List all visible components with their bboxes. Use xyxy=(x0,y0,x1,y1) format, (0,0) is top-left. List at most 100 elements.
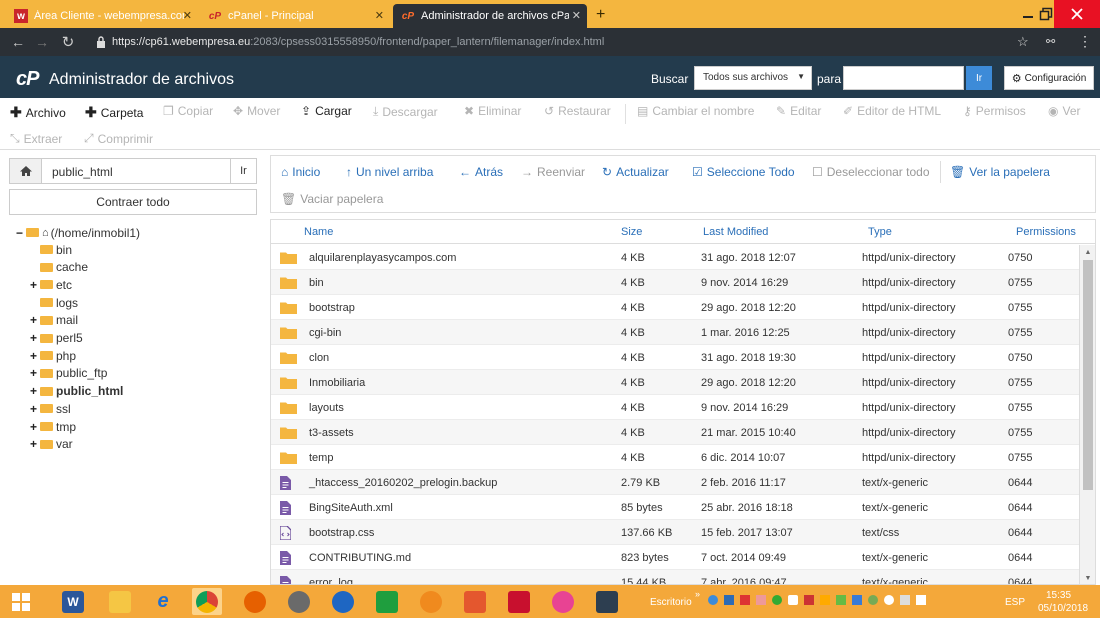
empty-trash-button[interactable]: 🗑︎ Vaciar papelera xyxy=(281,192,383,206)
new-tab-plus-icon[interactable]: + xyxy=(596,6,605,24)
copy-button[interactable]: ❐ Copiar xyxy=(163,104,213,118)
new-folder-button[interactable]: ✚ Carpeta xyxy=(85,104,143,121)
expand-icon[interactable]: + xyxy=(30,420,40,434)
browser-tab-file-manager[interactable]: cP Administrador de archivos cPane ✕ xyxy=(393,4,587,28)
back-nav-button[interactable]: ← Atrás xyxy=(459,165,503,179)
forward-arrow-icon[interactable]: → xyxy=(32,34,52,50)
compress-button[interactable]: ⤢ Comprimir xyxy=(84,131,153,146)
url-text[interactable]: https://cp61.webempresa.eu:2083/cpsess03… xyxy=(112,36,604,48)
app-gear-icon[interactable] xyxy=(416,588,446,615)
firefox-icon[interactable] xyxy=(240,588,270,615)
expand-icon[interactable]: + xyxy=(30,331,40,345)
permissions-button[interactable]: ⚷ Permisos xyxy=(963,104,1026,118)
refresh-button[interactable]: ↻ Actualizar xyxy=(602,165,669,179)
back-arrow-icon[interactable]: ← xyxy=(8,34,28,50)
forward-nav-button[interactable]: → Reenviar xyxy=(521,165,585,179)
table-row[interactable]: clon 4 KB 31 ago. 2018 19:30 httpd/unix-dir… xyxy=(271,345,1081,370)
close-tab-icon[interactable]: ✕ xyxy=(183,9,192,22)
search-input[interactable] xyxy=(843,66,964,90)
app-green-icon[interactable] xyxy=(372,588,402,615)
browser-menu-icon[interactable]: ⋮ xyxy=(1078,33,1092,50)
system-tray-icons[interactable] xyxy=(708,595,926,605)
browser-tab-webempresa[interactable]: w Área Cliente - webempresa.com ✕ xyxy=(6,4,198,28)
expand-icon[interactable]: + xyxy=(30,278,40,292)
table-row[interactable]: temp 4 KB 6 dic. 2014 10:07 httpd/unix-dire… xyxy=(271,445,1081,470)
table-row[interactable]: _htaccess_20160202_prelogin.backup 2.79 K… xyxy=(271,470,1081,495)
chrome-icon[interactable] xyxy=(192,588,222,615)
expand-icon[interactable]: + xyxy=(30,366,40,380)
reload-icon[interactable]: ↻ xyxy=(58,33,78,51)
language-indicator[interactable]: ESP xyxy=(1005,597,1025,608)
tree-item-logs[interactable]: logs xyxy=(30,294,78,311)
windows-start-icon[interactable] xyxy=(6,588,36,615)
app-dark-icon[interactable] xyxy=(592,588,622,615)
deselect-all-button[interactable]: ☐ Deseleccionar todo xyxy=(812,165,930,179)
cpanel-logo[interactable]: cP xyxy=(16,68,39,91)
extract-button[interactable]: ⤡ Extraer xyxy=(10,131,62,146)
word-app-icon[interactable]: W xyxy=(58,588,88,615)
home-nav-button[interactable]: ⌂ Inicio xyxy=(281,165,320,179)
close-tab-icon[interactable]: ✕ xyxy=(375,9,384,22)
clock-time[interactable]: 15:35 xyxy=(1046,590,1071,601)
settings-button[interactable]: ⚙ Configuración xyxy=(1004,66,1094,90)
collapse-all-button[interactable]: Contraer todo xyxy=(9,189,257,215)
table-row[interactable]: layouts 4 KB 9 nov. 2014 16:29 httpd/unix-d… xyxy=(271,395,1081,420)
column-header-size[interactable]: Size xyxy=(621,226,642,238)
column-header-permissions[interactable]: Permissions xyxy=(1016,226,1076,238)
close-tab-icon[interactable]: ✕ xyxy=(572,9,581,22)
app-red-icon[interactable] xyxy=(504,588,534,615)
app-orange-icon[interactable] xyxy=(460,588,490,615)
column-header-modified[interactable]: Last Modified xyxy=(703,226,768,238)
collapse-icon[interactable]: − xyxy=(16,226,26,240)
table-row[interactable]: alquilarenplayasycampos.com 4 KB 31 ago. 2… xyxy=(271,245,1081,270)
table-row[interactable]: t3-assets 4 KB 21 mar. 2015 10:40 httpd/uni… xyxy=(271,420,1081,445)
tree-item-mail[interactable]: + mail xyxy=(30,312,78,329)
browser-tab-cpanel-principal[interactable]: cP cPanel - Principal ✕ xyxy=(200,4,390,28)
table-row[interactable]: bootstrap 4 KB 29 ago. 2018 12:20 httpd/uni… xyxy=(271,295,1081,320)
search-scope-select[interactable]: Todos sus archivos ▼ xyxy=(694,66,812,90)
select-all-button[interactable]: ☑ Seleccione Todo xyxy=(692,165,795,179)
app-blue-icon[interactable] xyxy=(328,588,358,615)
tree-item-etc[interactable]: + etc xyxy=(30,276,72,293)
tree-item-php[interactable]: + php xyxy=(30,347,76,364)
table-row[interactable]: BingSiteAuth.xml 85 bytes 25 abr. 2016 18:… xyxy=(271,495,1081,520)
edit-button[interactable]: ✎ Editar xyxy=(776,104,821,118)
app-pro-icon[interactable] xyxy=(284,588,314,615)
expand-icon[interactable]: + xyxy=(30,384,40,398)
desktop-label[interactable]: Escritorio xyxy=(650,597,692,608)
scrollbar-thumb[interactable] xyxy=(1083,260,1093,490)
view-button[interactable]: ◉ Ver xyxy=(1048,104,1081,118)
column-header-name[interactable]: Name xyxy=(304,226,333,238)
delete-button[interactable]: ✖ Eliminar xyxy=(464,104,521,118)
expand-icon[interactable]: + xyxy=(30,313,40,327)
tree-item-ssl[interactable]: + ssl xyxy=(30,400,71,417)
scroll-up-icon[interactable]: ▲ xyxy=(1080,246,1095,258)
scroll-down-icon[interactable]: ▼ xyxy=(1080,572,1095,584)
path-go-button[interactable]: Ir xyxy=(230,159,256,183)
tree-item-tmp[interactable]: + tmp xyxy=(30,418,76,435)
bookmark-star-icon[interactable]: ☆ xyxy=(1017,34,1029,50)
close-window-icon[interactable] xyxy=(1054,0,1100,28)
tree-item-public_ftp[interactable]: + public_ftp xyxy=(30,365,107,382)
search-go-button[interactable]: Ir xyxy=(966,66,992,90)
restore-button[interactable]: ↺ Restaurar xyxy=(544,104,611,118)
view-trash-button[interactable]: 🗑︎ Ver la papelera xyxy=(950,165,1050,179)
path-input[interactable]: public_html xyxy=(42,159,230,183)
tree-item-cache[interactable]: cache xyxy=(30,259,88,276)
tree-item-bin[interactable]: bin xyxy=(30,241,72,258)
internet-explorer-icon[interactable]: e xyxy=(148,588,178,615)
upload-button[interactable]: ⇪ Cargar xyxy=(301,104,352,118)
tree-item-perl5[interactable]: + perl5 xyxy=(30,330,83,347)
extension-icon[interactable]: ⚯ xyxy=(1046,35,1055,48)
app-pink-icon[interactable] xyxy=(548,588,578,615)
tree-item-public_html[interactable]: + public_html xyxy=(30,383,123,400)
tree-root[interactable]: − ⌂ (/home/inmobil1) xyxy=(16,224,140,241)
file-explorer-icon[interactable] xyxy=(105,588,135,615)
tree-item-var[interactable]: + var xyxy=(30,436,73,453)
clock-date[interactable]: 05/10/2018 xyxy=(1038,603,1088,614)
up-one-level-button[interactable]: ↑ Un nivel arriba xyxy=(346,165,433,179)
chevron-right-icon[interactable]: » xyxy=(695,589,700,599)
table-row[interactable]: cgi-bin 4 KB 1 mar. 2016 12:25 httpd/unix-d… xyxy=(271,320,1081,345)
download-button[interactable]: ⤓ Descargar xyxy=(373,104,438,119)
new-file-button[interactable]: ✚ Archivo xyxy=(10,104,66,121)
